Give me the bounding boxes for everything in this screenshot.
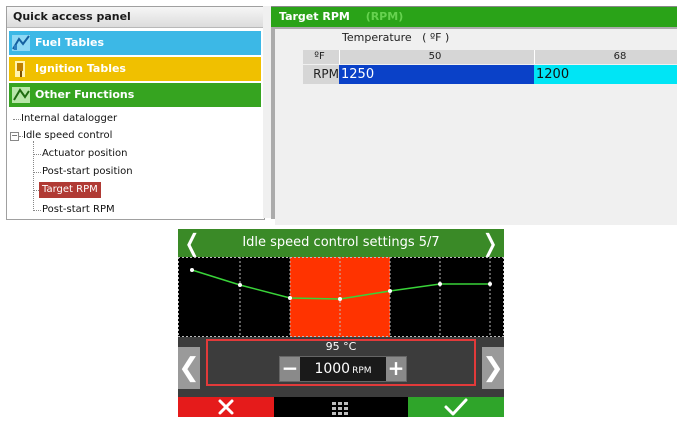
row-label: RPM (303, 65, 339, 84)
tree-item-post-start-rpm[interactable]: Post-start RPM (42, 202, 115, 218)
temperature-label: 95 °C (325, 340, 357, 353)
category-ignition-tables[interactable]: Ignition Tables (9, 57, 261, 81)
rpm-value: 1000 (314, 361, 351, 377)
fuel-tables-icon (11, 33, 31, 53)
next-cell-arrow-icon[interactable]: ❯ (482, 347, 504, 389)
tree-connector (33, 154, 41, 155)
tree-item-actuator-position[interactable]: Actuator position (42, 146, 128, 162)
tree-connector (13, 119, 21, 120)
device-screen: Idle speed control settings 5/7 ❬ ❭ ❮ ❯ … (178, 229, 504, 417)
rpm-unit: RPM (352, 366, 372, 376)
rpm-value-display: 1000 RPM (300, 361, 386, 377)
grid-menu-icon (332, 402, 348, 415)
curve-point (488, 282, 492, 286)
temperature-axis-label: Temperature ( ºF ) (342, 31, 450, 44)
table-cell[interactable]: 1200 (534, 65, 677, 84)
rpm-curve-graph[interactable] (178, 257, 504, 337)
other-functions-icon (11, 85, 31, 105)
category-ignition-label: Ignition Tables (35, 62, 126, 75)
temperature-axis-row: ºF 50 68 (303, 50, 677, 64)
next-page-arrow-icon[interactable]: ❭ (478, 229, 502, 257)
menu-button[interactable] (274, 397, 408, 417)
rpm-curve-svg (178, 257, 504, 337)
target-rpm-title: Target RPM (279, 10, 350, 23)
category-other-label: Other Functions (35, 88, 135, 101)
category-other-functions[interactable]: Other Functions (9, 83, 261, 107)
prev-page-arrow-icon[interactable]: ❬ (180, 229, 204, 257)
tree-item-internal-datalogger[interactable]: Internal datalogger (21, 111, 117, 127)
column-header[interactable]: 68 (534, 50, 677, 64)
device-header-title: Idle speed control settings 5/7 (242, 235, 440, 250)
value-editor-area: ❮ ❯ 95 °C − 1000 RPM + (178, 337, 504, 397)
rpm-stepper[interactable]: − 1000 RPM + (279, 356, 407, 382)
decrement-button[interactable]: − (280, 357, 300, 381)
curve-point (338, 297, 342, 301)
device-action-bar (178, 397, 504, 417)
category-fuel-label: Fuel Tables (35, 36, 105, 49)
temperature-axis-header: Temperature ( ºF ) (275, 29, 677, 47)
tree-item-target-rpm[interactable]: Target RPM (39, 182, 101, 198)
tree-connector (33, 172, 41, 173)
device-header: Idle speed control settings 5/7 (178, 229, 504, 257)
target-rpm-unit: (RPM) (365, 10, 404, 23)
quick-access-title: Quick access panel (7, 7, 264, 28)
category-fuel-tables[interactable]: Fuel Tables (9, 31, 261, 55)
ignition-tables-icon (11, 59, 31, 79)
tree-item-post-start-position[interactable]: Post-start position (42, 164, 133, 180)
check-icon (444, 398, 468, 416)
target-rpm-titlebar: Target RPM (RPM) (271, 7, 677, 27)
curve-point (388, 289, 392, 293)
cancel-button[interactable] (178, 397, 274, 417)
splitter[interactable] (263, 6, 271, 218)
curve-point (238, 283, 242, 287)
curve-point (190, 268, 194, 272)
axis-unit-label: ºF (314, 51, 325, 62)
table-cell[interactable]: 1250 (339, 65, 534, 84)
previous-cell-arrow-icon[interactable]: ❮ (178, 347, 200, 389)
tree-item-idle-speed-control[interactable]: Idle speed control (23, 128, 112, 144)
curve-point (288, 296, 292, 300)
curve-point (438, 282, 442, 286)
confirm-button[interactable] (408, 397, 504, 417)
tree-connector (33, 141, 34, 211)
target-rpm-table: Temperature ( ºF ) ºF 50 68 RPM 1250 120… (275, 29, 677, 225)
tree-connector (33, 210, 41, 211)
increment-button[interactable]: + (386, 357, 406, 381)
rpm-value-row: RPM 1250 1200 (303, 65, 677, 84)
target-rpm-panel: Target RPM (RPM) Temperature ( ºF ) ºF 5… (271, 6, 677, 225)
close-icon (218, 399, 234, 415)
function-tree: Internal datalogger − Idle speed control… (7, 109, 264, 219)
column-header[interactable]: 50 (339, 50, 530, 64)
quick-access-panel: Quick access panel Fuel Tables Ignition … (6, 6, 265, 220)
collapse-icon[interactable]: − (10, 132, 19, 141)
